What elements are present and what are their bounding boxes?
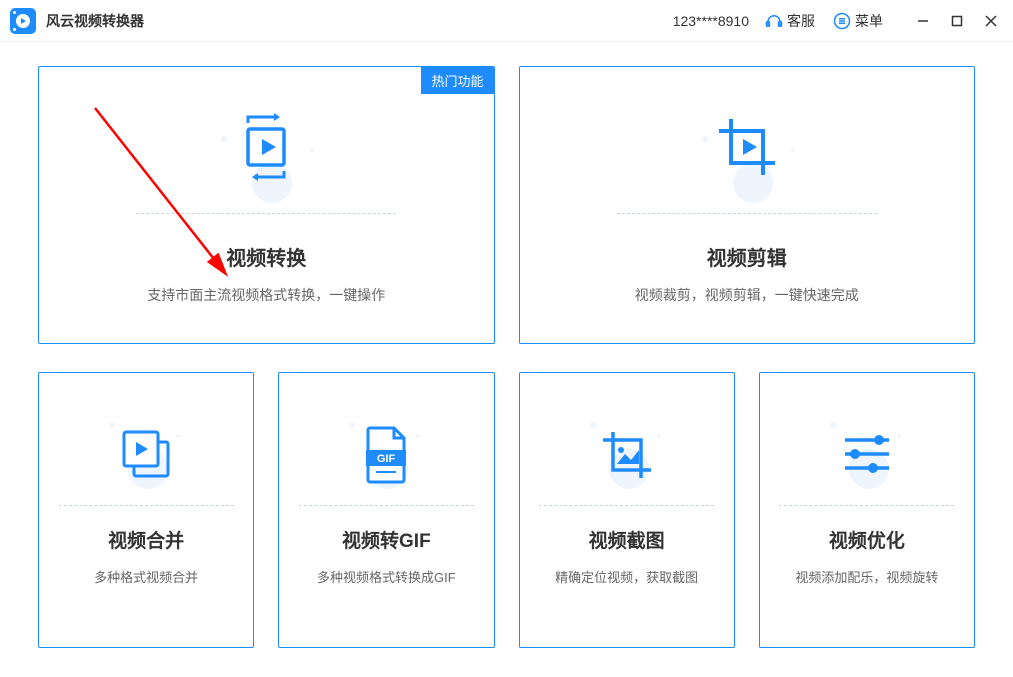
card-video-edit[interactable]: 视频剪辑 视频裁剪，视频剪辑，一键快速完成: [519, 66, 976, 344]
card-title: 视频优化: [760, 526, 974, 553]
card-desc: 视频裁剪，视频剪辑，一键快速完成: [520, 285, 975, 305]
menu-list-icon: [833, 12, 851, 30]
card-title: 视频剪辑: [520, 242, 975, 271]
card-video-gif[interactable]: GIF 视频转GIF 多种视频格式转换成GIF: [278, 372, 494, 648]
close-icon: [985, 15, 997, 27]
app-logo-icon: [10, 8, 36, 34]
card-desc: 精确定位视频，获取截图: [520, 567, 734, 586]
menu-label: 菜单: [855, 11, 883, 31]
merge-icon: [114, 422, 178, 486]
card-title: 视频转GIF: [279, 526, 493, 553]
headset-icon: [765, 12, 783, 30]
svg-text:GIF: GIF: [377, 453, 396, 465]
card-video-optimize[interactable]: 视频优化 视频添加配乐，视频旋转: [759, 372, 975, 648]
crop-icon: [711, 111, 783, 183]
app-title: 风云视频转换器: [46, 11, 144, 31]
card-desc: 支持市面主流视频格式转换，一键操作: [39, 285, 494, 305]
card-title: 视频转换: [39, 242, 494, 271]
sliders-icon: [835, 422, 899, 486]
minimize-button[interactable]: [911, 9, 935, 33]
main-content: 热门功能 视频转换 支持市面主流视频格式转换，一键操作: [0, 42, 1013, 672]
card-video-convert[interactable]: 热门功能 视频转换 支持市面主流视频格式转换，一键操作: [38, 66, 495, 344]
maximize-icon: [951, 15, 963, 27]
customer-service-button[interactable]: 客服: [765, 11, 815, 31]
close-button[interactable]: [979, 9, 1003, 33]
convert-icon: [230, 111, 302, 183]
card-desc: 多种视频格式转换成GIF: [279, 567, 493, 586]
gif-file-icon: GIF: [354, 422, 418, 486]
title-bar: 风云视频转换器 123****8910 客服 菜单: [0, 0, 1013, 42]
account-id[interactable]: 123****8910: [673, 13, 749, 29]
card-desc: 视频添加配乐，视频旋转: [760, 567, 974, 586]
card-video-merge[interactable]: 视频合并 多种格式视频合并: [38, 372, 254, 648]
screenshot-icon: [595, 422, 659, 486]
menu-button[interactable]: 菜单: [833, 11, 883, 31]
minimize-icon: [917, 15, 929, 27]
maximize-button[interactable]: [945, 9, 969, 33]
service-label: 客服: [787, 11, 815, 31]
card-video-screenshot[interactable]: 视频截图 精确定位视频，获取截图: [519, 372, 735, 648]
card-title: 视频截图: [520, 526, 734, 553]
card-desc: 多种格式视频合并: [39, 567, 253, 586]
card-title: 视频合并: [39, 526, 253, 553]
